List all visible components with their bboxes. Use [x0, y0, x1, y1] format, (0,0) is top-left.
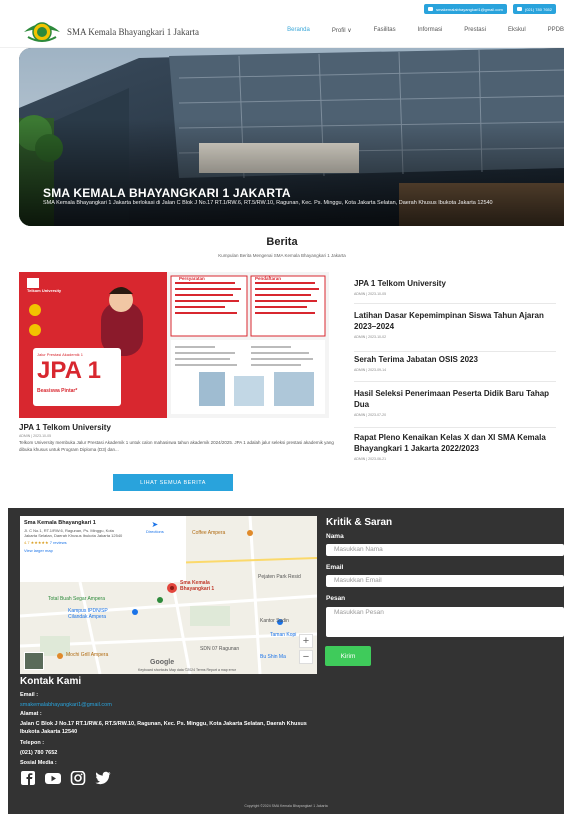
nav-prestasi[interactable]: Prestasi	[464, 27, 486, 34]
featured-news-title[interactable]: JPA 1 Telkom University	[19, 423, 111, 432]
map-info-card: Sma Kemala Bhayangkari 1 Jl. C No.1, RT.…	[20, 516, 186, 582]
poster-promo: Beasiswa Pintar*	[37, 388, 78, 394]
news-list-item[interactable]: Serah Terima Jabatan OSIS 2023 ADMIN | 2…	[354, 354, 556, 382]
map-directions-button[interactable]: ➤ Directions	[146, 520, 164, 534]
nav-ppdb[interactable]: PPDB	[548, 27, 564, 34]
news-list-item[interactable]: Rapat Pleno Kenaikan Kelas X dan XI SMA …	[354, 432, 556, 468]
contact-address: Jalan C Blok J No.17 RT.1/RW.6, RT.5/RW.…	[20, 721, 307, 735]
news-item-title[interactable]: Serah Terima Jabatan OSIS 2023	[354, 354, 556, 365]
school-logo[interactable]	[22, 18, 62, 44]
contact-email-link[interactable]: smakemalabhayangkari1@gmail.com	[20, 701, 310, 709]
map-label-coffee: Coffee Ampera	[192, 530, 226, 536]
news-item-meta: ADMIN | 2023-06-21	[354, 457, 387, 461]
view-larger-map-link[interactable]: View larger map	[24, 548, 182, 553]
twitter-icon[interactable]	[95, 771, 111, 785]
phone-icon	[516, 7, 522, 11]
footer: Sma Kemala Bhayangkari 1 Jl. C No.1, RT.…	[8, 508, 564, 814]
contact-phone-label: Telepon :	[20, 740, 45, 746]
google-logo: Google	[150, 659, 175, 666]
news-item-meta: ADMIN | 2023-10-02	[354, 335, 387, 339]
instagram-icon[interactable]	[70, 770, 86, 786]
news-item-title[interactable]: Hasil Seleksi Penerimaan Peserta Didik B…	[354, 388, 556, 410]
news-item-meta: ADMIN | 2023-07-20	[354, 413, 387, 417]
name-label: Nama	[326, 533, 344, 540]
news-item-title[interactable]: Latihan Dasar Kepemimpinan Siswa Tahun A…	[354, 310, 556, 332]
featured-news-card[interactable]: Telkom University Persyaratan Pendaftara…	[19, 272, 339, 502]
map-label-taman: Taman Kopi	[270, 632, 297, 638]
news-item-meta: ADMIN | 2023-10-05	[354, 292, 387, 296]
phone-pill[interactable]: (021) 780 7652	[512, 4, 556, 14]
news-list-item[interactable]: Latihan Dasar Kepemimpinan Siswa Tahun A…	[354, 310, 556, 352]
nav-fasilitas[interactable]: Fasilitas	[374, 27, 396, 34]
contact-email-label: Email :	[20, 692, 39, 698]
map-rating: 4.7 ★★★★★ 7 reviews	[24, 540, 67, 545]
news-item-title[interactable]: Rapat Pleno Kenaikan Kelas X dan XI SMA …	[354, 432, 556, 454]
featured-news-image[interactable]: Telkom University Persyaratan Pendaftara…	[19, 272, 329, 418]
map-label-kantor: Kantor Sudin	[260, 618, 289, 624]
message-textarea[interactable]: Masukkan Pesan	[326, 607, 564, 637]
name-input[interactable]: Masukkan Nama	[326, 544, 564, 556]
jpa-poster	[19, 272, 329, 418]
news-list-item[interactable]: Hasil Seleksi Penerimaan Peserta Didik B…	[354, 388, 556, 428]
map-label-ipdn: Kampus IPDN/SP Cilandak Ampera	[68, 608, 108, 620]
featured-news-date: 2023-10-05	[33, 434, 52, 438]
map-satellite-toggle[interactable]	[24, 652, 44, 670]
map-attribution[interactable]: Keyboard shortcuts Map data ©2024 Terms …	[138, 668, 236, 672]
hero-title: SMA KEMALA BHAYANGKARI 1 JAKARTA	[43, 186, 291, 200]
map-label-biz: Bu Shin Ma	[260, 654, 286, 660]
main-menu: Beranda Profil ∨ Fasilitas Informasi Pre…	[287, 27, 564, 34]
top-phone: (021) 780 7652	[524, 6, 552, 12]
contact-address-label: Alamat :	[20, 711, 42, 717]
featured-news-description: Telkom University membuka Jalur Prestasi…	[19, 440, 334, 452]
school-name[interactable]: SMA Kemala Bhayangkari 1 Jakarta	[67, 27, 199, 37]
facebook-icon[interactable]	[20, 771, 36, 785]
map-zoom-out-button[interactable]: −	[299, 650, 313, 664]
poster-col2: Pendaftaran	[255, 276, 282, 281]
contact-title: Kontak Kami	[20, 676, 82, 687]
news-section-title: Berita	[266, 236, 298, 248]
top-contact-strip: smakemalabhayangkari1@gmail.com (021) 78…	[424, 4, 556, 14]
social-media-links	[20, 770, 111, 786]
news-item-meta: ADMIN | 2023-09-14	[354, 368, 387, 372]
contact-phone: (021) 780 7652	[20, 750, 58, 756]
featured-news-meta: ADMIN | 2023-10-05	[19, 434, 52, 438]
nav-informasi[interactable]: Informasi	[418, 27, 443, 34]
map-label-pejaten: Pejaten Park Resid	[258, 574, 301, 580]
directions-icon: ➤	[151, 520, 159, 529]
news-section-subtitle: Kumpulan Berita Mengenai SMA Kemala Bhay…	[218, 253, 346, 258]
map-label-mochi: Mochi Grill Ampera	[66, 652, 109, 658]
news-item-title[interactable]: JPA 1 Telkom University	[354, 278, 556, 289]
social-media-label: Sosial Media :	[20, 760, 57, 766]
hero-subtitle: SMA Kemala Bhayangkari 1 Jakarta berloka…	[43, 200, 493, 206]
navbar: SMA Kemala Bhayangkari 1 Jakarta Beranda…	[0, 16, 564, 48]
feedback-title: Kritik & Saran	[326, 517, 393, 528]
copyright: Copyright ©2024 SMA Kemala Bhayangkari 1…	[244, 804, 328, 808]
news-list: JPA 1 Telkom University ADMIN | 2023-10-…	[346, 272, 564, 470]
top-email: smakemalabhayangkari1@gmail.com	[436, 6, 503, 12]
map-label-buah: Total Buah Segar Ampera	[48, 596, 105, 602]
youtube-icon[interactable]	[45, 771, 61, 785]
poster-big-title: JPA 1	[37, 357, 102, 384]
map-label-pin: Sma Kemala Bhayangkari 1	[180, 580, 215, 592]
nav-ekskul[interactable]: Ekskul	[508, 27, 526, 34]
map-label-sdn: SDN 07 Ragunan	[200, 646, 240, 652]
map-address: Jl. C No.1, RT.1/RW.6, Ragunan, Ps. Ming…	[24, 528, 123, 538]
email-input[interactable]: Masukkan Email	[326, 575, 564, 587]
hero-banner: SMA KEMALA BHAYANGKARI 1 JAKARTA SMA Kem…	[19, 48, 564, 226]
poster-col1: Persyaratan	[179, 276, 205, 281]
featured-news-author: ADMIN	[19, 434, 31, 438]
map-zoom-in-button[interactable]: +	[299, 634, 313, 648]
email-pill[interactable]: smakemalabhayangkari1@gmail.com	[424, 4, 507, 14]
poster-brand: Telkom University	[27, 288, 62, 293]
email-label: Email	[326, 564, 344, 571]
google-map-embed[interactable]: Sma Kemala Bhayangkari 1 Jl. C No.1, RT.…	[20, 516, 317, 674]
nav-beranda[interactable]: Beranda	[287, 27, 310, 34]
message-label: Pesan	[326, 595, 346, 602]
mail-icon	[428, 7, 434, 11]
nav-profil[interactable]: Profil ∨	[332, 27, 352, 34]
submit-button[interactable]: Kirim	[325, 646, 371, 666]
news-list-item[interactable]: JPA 1 Telkom University ADMIN | 2023-10-…	[354, 278, 556, 304]
see-all-news-button[interactable]: LIHAT SEMUA BERITA	[113, 474, 233, 491]
